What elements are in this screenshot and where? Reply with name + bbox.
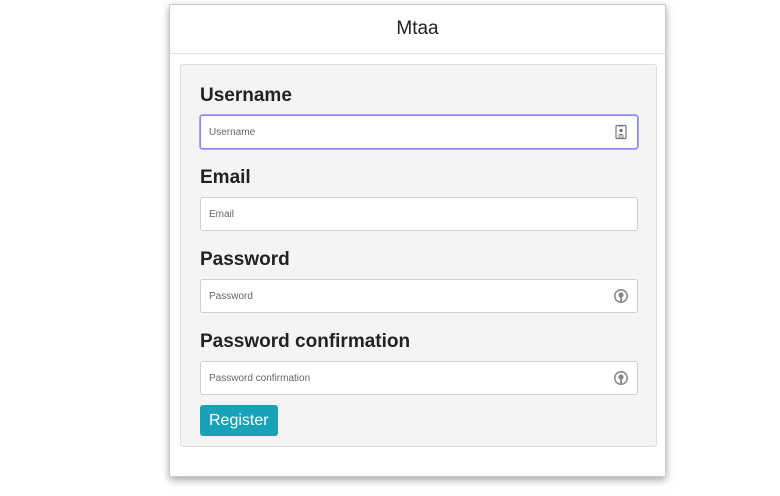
password-confirmation-input[interactable] xyxy=(200,361,638,395)
username-label: Username xyxy=(200,85,292,106)
email-input[interactable] xyxy=(200,197,638,231)
registration-form: Username Email Password Password c xyxy=(180,64,657,447)
register-button[interactable]: Register xyxy=(200,405,278,436)
username-field-wrapper xyxy=(200,115,638,149)
password-field-wrapper xyxy=(200,279,638,313)
app-title: Mtaa xyxy=(396,18,439,39)
email-label: Email xyxy=(200,167,251,188)
password-confirmation-label: Password confirmation xyxy=(200,331,411,352)
email-field-wrapper xyxy=(200,197,638,231)
password-label: Password xyxy=(200,249,290,270)
contact-card-icon[interactable] xyxy=(613,124,629,140)
password-confirmation-field-wrapper xyxy=(200,361,638,395)
registration-card: Mtaa Username Email Password xyxy=(169,4,666,477)
card-header: Mtaa xyxy=(170,5,665,54)
password-key-icon[interactable] xyxy=(613,370,629,386)
password-input[interactable] xyxy=(200,279,638,313)
username-input[interactable] xyxy=(200,115,638,149)
password-key-icon[interactable] xyxy=(613,288,629,304)
